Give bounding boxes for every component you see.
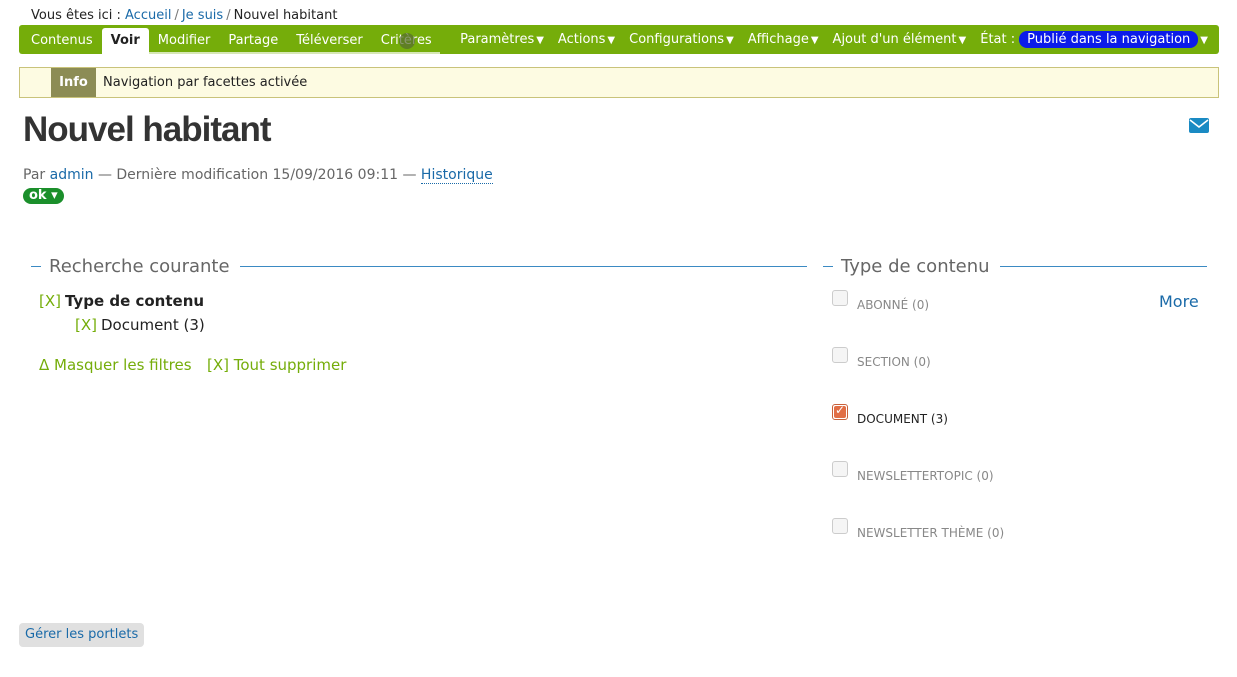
facet-title-text: Type de contenu [64, 292, 205, 310]
menu-parametres[interactable]: Paramètres ▼ [453, 32, 551, 47]
more-link[interactable]: More [1159, 292, 1199, 311]
menu-label: Actions [557, 32, 606, 47]
edit-toolbar: Contenus Voir Modifier Partage Téléverse… [19, 25, 1219, 54]
info-text: Navigation par facettes activée [103, 75, 308, 90]
remove-item-button[interactable]: [X] [75, 316, 97, 334]
checkbox-abonne[interactable] [832, 290, 848, 306]
tab-partage[interactable]: Partage [219, 28, 287, 54]
state-label: État : [980, 32, 1016, 47]
checkbox-newsletter-theme[interactable] [832, 518, 848, 534]
tab-voir[interactable]: Voir [101, 28, 149, 54]
menu-label: Paramètres [460, 32, 535, 47]
dropdown-arrow-icon: ▼ [536, 35, 544, 46]
dropdown-arrow-icon: ▼ [958, 35, 967, 46]
breadcrumb-separator: / [226, 8, 231, 23]
checkbox-label: NEWSLETTER THÈME (0) [857, 526, 1005, 540]
facet-item-text: Document (3) [100, 316, 205, 334]
history-link[interactable]: Historique [420, 167, 493, 184]
dropdown-arrow-icon: ▼ [607, 35, 616, 46]
remove-facet-button[interactable]: [X] [39, 292, 61, 310]
document-byline: Par admin — Dernière modification 15/09/… [23, 167, 493, 184]
menu-label: Ajout d'un élément [832, 32, 957, 47]
breadcrumb-separator: / [174, 8, 179, 23]
menu-label: Affichage [747, 32, 809, 47]
info-label: Info [51, 68, 96, 97]
dropdown-arrow-icon: ▼ [1200, 35, 1208, 46]
checkbox-label: SECTION (0) [857, 355, 931, 369]
legend-dash [823, 266, 833, 267]
active-facet-item: [X] Document (3) [75, 316, 205, 334]
checkbox-label: NEWSLETTERTOPIC (0) [857, 469, 994, 483]
byline-by: Par [23, 167, 46, 183]
legend-dash [31, 266, 41, 267]
dropdown-arrow-icon: ▼ [810, 35, 819, 46]
breadcrumb-current: Nouvel habitant [233, 8, 338, 23]
tab-modifier[interactable]: Modifier [149, 28, 220, 54]
checkbox-section[interactable] [832, 347, 848, 363]
menu-actions[interactable]: Actions ▼ [551, 32, 622, 47]
current-search-legend: Recherche courante [31, 256, 807, 277]
breadcrumb-link-accueil[interactable]: Accueil [125, 8, 171, 23]
breadcrumb: Vous êtes ici : Accueil / Je suis / Nouvel h… [31, 8, 337, 23]
active-facet-title: [X] Type de contenu [39, 292, 204, 310]
dropdown-arrow-icon: ▼ [726, 35, 734, 46]
checkbox-document[interactable] [832, 403, 848, 420]
checkbox-label: ABONNÉ (0) [857, 298, 930, 312]
legend-line [239, 266, 807, 267]
manage-portlets-button[interactable]: Gérer les portlets [19, 623, 145, 647]
hide-filters-link[interactable]: Δ Masquer les filtres [39, 356, 192, 374]
checkbox-label: DOCUMENT (3) [857, 412, 948, 426]
remove-all-link[interactable]: [X] Tout supprimer [207, 356, 346, 374]
author-link[interactable]: admin [50, 167, 94, 183]
menu-ajout-element[interactable]: Ajout d'un élément ▼ [826, 32, 974, 47]
current-search-title: Recherche courante [49, 256, 230, 277]
menu-etat[interactable]: État : Publié dans la navigation ▼ [973, 31, 1215, 48]
tabs-underline [147, 52, 440, 54]
legend-line [999, 266, 1207, 267]
tab-contenus[interactable]: Contenus [22, 28, 102, 54]
content-type-legend: Type de contenu [823, 256, 1207, 277]
modified-text: — Dernière modification 15/09/2016 09:11… [97, 167, 417, 183]
breadcrumb-prefix: Vous êtes ici : [31, 8, 121, 23]
toolbar-menus: Paramètres ▼ Actions ▼ Configurations ▼ Aff… [453, 25, 1215, 54]
tab-televerser[interactable]: Téléverser [287, 28, 372, 54]
cursor-dot-icon [399, 33, 415, 49]
state-badge: Publié dans la navigation [1019, 31, 1199, 48]
page-title: Nouvel habitant [23, 110, 272, 149]
mail-icon[interactable] [1189, 118, 1209, 133]
menu-affichage[interactable]: Affichage ▼ [741, 32, 826, 47]
checkbox-newslettertopic[interactable] [832, 461, 848, 477]
ok-dropdown-button[interactable]: ok ▾ [23, 188, 64, 204]
menu-configurations[interactable]: Configurations ▼ [622, 32, 741, 47]
content-type-title: Type de contenu [841, 256, 990, 277]
menu-label: Configurations [629, 32, 725, 47]
toolbar-tabs: Contenus Voir Modifier Partage Téléverse… [22, 28, 441, 54]
info-message: Info Navigation par facettes activée [19, 67, 1219, 98]
breadcrumb-link-je-suis[interactable]: Je suis [182, 8, 223, 23]
